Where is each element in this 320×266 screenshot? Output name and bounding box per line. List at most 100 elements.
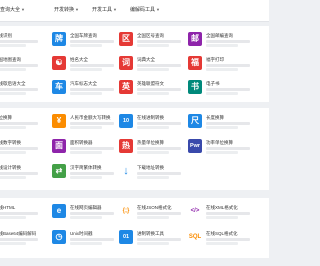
tool-name: 福字打印 [206,57,224,62]
tool-card[interactable]: 01 进制转换工具 [119,230,185,252]
tool-name: 在线设计转换 [0,165,21,170]
tool-card[interactable]: 面面积转换器 [52,139,118,161]
tool-description-placeholder [206,126,238,129]
tool-description-placeholder [70,242,102,245]
tool-description-placeholder [70,238,114,241]
tool-description-placeholder [206,88,250,91]
tool-description-placeholder [137,92,169,95]
nav-query[interactable]: 查询大全▼ [0,5,25,15]
tool-name: 英雄联盟符文 [137,81,164,86]
tool-card[interactable]: {;} 在线JSON格式化 [119,204,185,226]
tool-icon: e [52,204,66,218]
tool-name: 全国区号查询 [137,33,164,38]
tool-card[interactable]: 区全国区号查询 [119,32,185,54]
tool-card[interactable]: 邮全国邮编查询 [188,32,254,54]
tool-card[interactable]: e 在线网页编辑器 [52,204,118,226]
tool-name: 在线SQL格式化 [206,231,238,236]
tool-icon: Pwr [188,139,202,153]
tool-description-placeholder [206,64,250,67]
tool-name: 在线网页编辑器 [70,205,102,210]
tool-description-placeholder [206,242,238,245]
tool-card[interactable]: 全国地图查询 [0,56,60,78]
tool-card[interactable]: 牌全国车牌查询 [52,32,118,54]
tool-description-placeholder [206,216,238,219]
tool-description-placeholder [0,88,38,91]
chevron-down-icon: ▼ [113,7,117,12]
tool-name: 在线HTML [0,205,16,210]
tool-name: 单位换算 [0,115,12,120]
tool-icon: 邮 [188,32,202,46]
tool-card[interactable]: ¥ 人民币金额大写转换 [52,114,118,136]
tool-description-placeholder [0,64,38,67]
tool-icon: 01 [119,230,133,244]
tool-description-placeholder [0,172,38,175]
tool-card[interactable]: ◷ Unix时间戳 [52,230,118,252]
tool-card[interactable]: Pwr 功率单位换算 [188,139,254,161]
tool-card[interactable]: </> 在线XML格式化 [188,204,254,226]
tool-card[interactable]: 词词典大全 [119,56,185,78]
tool-card[interactable]: 英英雄联盟符文 [119,80,185,102]
tool-card[interactable]: 在线歇后语大全 [0,80,60,102]
tool-icon: 牌 [52,32,66,46]
tool-description-placeholder [70,172,114,175]
tool-name: 在线Base64编码解码 [0,231,37,236]
tool-icon: 书 [188,80,202,94]
tool-description-placeholder [0,176,26,179]
tool-description-placeholder [137,44,169,47]
tool-card[interactable]: 在线识别 [0,32,60,54]
query-tools-panel: 在线识别牌全国车牌查询区全国区号查询邮全国邮编查询全国地图查询☯姓名大全词词典大… [0,26,269,102]
tool-icon: </> [190,208,200,214]
tool-icon: {;} [122,208,130,214]
tool-description-placeholder [0,126,26,129]
tool-icon: 区 [119,32,133,46]
tool-card[interactable]: 车汽车标志大全 [52,80,118,102]
tool-description-placeholder [137,238,181,241]
top-navigation: 查询大全▼ 开发转换▼ 开发工具▼ 编解码工具▼ [0,0,269,22]
tool-name: 在线进制转换 [137,115,164,120]
tool-name: 姓名大全 [70,57,88,62]
tool-card[interactable]: SQL 在线SQL格式化 [188,230,254,252]
tool-card[interactable]: 书电子书 [188,80,254,102]
tool-description-placeholder [206,147,250,150]
tool-description-placeholder [70,64,114,67]
tool-card[interactable]: ☯ 姓名大全 [52,56,118,78]
tool-card[interactable]: ↓ 下载地址转换 [119,164,185,186]
tool-name: 全国地图查询 [0,57,21,62]
nav-devtools[interactable]: 开发工具▼ [92,5,117,15]
tool-description-placeholder [0,92,26,95]
tool-card[interactable]: ⇄ 汉字简繁体转换 [52,164,118,186]
tool-card[interactable]: 在线HTML [0,204,60,226]
tool-description-placeholder [0,151,26,154]
tool-name: 在线数字转换 [0,140,21,145]
tool-card[interactable]: 在线设计转换 [0,164,60,186]
tool-name: 下载地址转换 [137,165,164,170]
tool-icon: 福 [188,56,202,70]
tool-icon: 词 [119,56,133,70]
tool-name: 在线歇后语大全 [0,81,26,86]
tool-description-placeholder [70,176,102,179]
tool-icon: 面 [52,139,66,153]
tool-card[interactable]: 10 在线进制转换 [119,114,185,136]
tool-description-placeholder [0,44,26,47]
tool-description-placeholder [206,40,250,43]
tool-description-placeholder [0,212,38,215]
tool-description-placeholder [70,88,114,91]
tool-card[interactable]: 福福字打印 [188,56,254,78]
tool-card[interactable]: 在线Base64编码解码 [0,230,60,252]
tool-description-placeholder [206,122,250,125]
tool-icon: 10 [119,114,133,128]
tool-description-placeholder [70,151,102,154]
chevron-down-icon: ▼ [156,7,160,12]
tool-card[interactable]: 尺长度换算 [188,114,254,136]
nav-codec[interactable]: 编解码工具▼ [130,5,160,15]
tool-description-placeholder [70,44,102,47]
tool-description-placeholder [137,122,181,125]
tool-card[interactable]: 热热量单位换算 [119,139,185,161]
tool-name: 词典大全 [137,57,155,62]
chevron-down-icon: ▼ [75,7,79,12]
tool-card[interactable]: 在线数字转换 [0,139,60,161]
nav-convert[interactable]: 开发转换▼ [54,5,79,15]
tool-card[interactable]: 单位换算 [0,114,60,136]
tool-description-placeholder [137,126,169,129]
tool-description-placeholder [70,126,102,129]
